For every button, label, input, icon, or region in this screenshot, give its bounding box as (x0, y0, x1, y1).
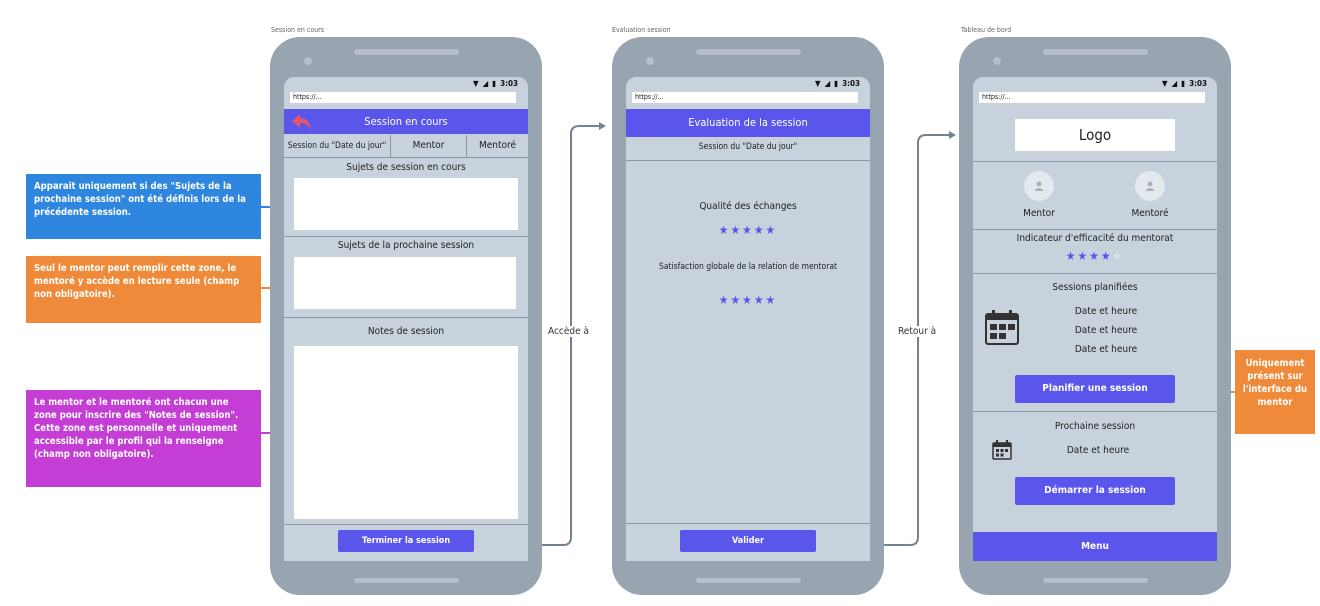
planned-sessions-title: Sessions planifiées (1052, 282, 1138, 293)
next-session-title: Prochaine session (1054, 421, 1136, 432)
battery-icon: ▮ (1181, 79, 1186, 88)
session-date-subtitle: Session du "Date du jour" (698, 142, 798, 152)
mentor-avatar[interactable] (1024, 171, 1054, 201)
divider (284, 524, 528, 525)
rating-satisfaction-stars[interactable]: ★★★★★ (626, 293, 870, 307)
diagram-canvas: Session en cours Evaluation session Tabl… (0, 0, 1320, 606)
stars-empty: ★ (1112, 249, 1125, 263)
signal-icon: ◢ (824, 79, 831, 88)
url-bar[interactable]: https://... (979, 92, 1205, 103)
wifi-icon: ▼ (1162, 79, 1168, 88)
phone-speaker (1043, 49, 1148, 55)
header-title: Session en cours (364, 115, 448, 128)
connector-label-accede: Accède à (548, 326, 590, 337)
mentee-avatar[interactable] (1135, 171, 1165, 201)
signal-icon: ◢ (1171, 79, 1178, 88)
battery-icon: ▮ (834, 79, 839, 88)
next-session-date: Date et heure (1066, 445, 1130, 456)
clock: 3:03 (842, 79, 860, 88)
current-topics-field[interactable] (294, 178, 518, 230)
session-notes-field[interactable] (294, 346, 518, 519)
divider (284, 236, 528, 237)
phone-camera (304, 57, 312, 65)
phone-home-bar (696, 578, 801, 583)
tab-session-du-jour[interactable]: Session du "Date du jour" (284, 135, 391, 157)
note-mentor-only: Uniquement présent sur l'interface du me… (1235, 350, 1315, 434)
efficiency-indicator-label: Indicateur d'efficacité du mentorat (1016, 233, 1174, 244)
screen-session-en-cours: ▼ ◢ ▮ 3:03 https://... Session en cours Se… (284, 77, 528, 561)
calendar-icon (985, 310, 1019, 345)
phone-speaker (354, 49, 459, 55)
next-topics-field[interactable] (294, 257, 516, 309)
planned-date: Date et heure (1074, 325, 1138, 336)
note-purple: Le mentor et le mentoré ont chacun une z… (26, 390, 261, 487)
phone-camera (993, 57, 1001, 65)
mentor-label: Mentor (1023, 208, 1055, 219)
section-notes-title: Notes de session (367, 326, 445, 337)
screen-dashboard: ▼ ◢ ▮ 3:03 https://... Logo Mentor Mentoré… (973, 77, 1217, 561)
status-bar: ▼ ◢ ▮ 3:03 (1162, 79, 1207, 88)
phone-home-bar (1043, 578, 1148, 583)
note-orange: Seul le mentor peut remplir cette zone, … (26, 256, 261, 323)
divider (973, 229, 1217, 230)
divider (626, 523, 870, 524)
validate-button[interactable]: Valider (680, 530, 816, 552)
planned-date: Date et heure (1074, 306, 1138, 317)
user-icon (1145, 181, 1155, 191)
header-bar: Evaluation de la session (626, 109, 870, 137)
divider (626, 160, 870, 161)
start-session-button[interactable]: Démarrer la session (1015, 477, 1175, 505)
note-blue: Apparait uniquement si des "Sujets de la… (26, 174, 261, 239)
phone-speaker (696, 49, 801, 55)
divider (973, 161, 1217, 162)
connector-label-retour: Retour à (898, 326, 937, 337)
mentee-label: Mentoré (1131, 208, 1169, 219)
menu-label: Menu (1081, 541, 1109, 552)
section-next-topics-title: Sujets de la prochaine session (337, 240, 475, 251)
divider (973, 411, 1217, 412)
plan-session-button[interactable]: Planifier une session (1015, 375, 1175, 403)
section-current-topics-title: Sujets de session en cours (346, 162, 466, 173)
logo: Logo (1015, 119, 1175, 151)
divider (973, 273, 1217, 274)
phone-dashboard: ▼ ◢ ▮ 3:03 https://... Logo Mentor Mentoré… (959, 37, 1231, 595)
tab-bar: Session du "Date du jour" Mentor Mentoré (284, 135, 528, 158)
tab-mentor[interactable]: Mentor (391, 135, 467, 157)
clock: 3:03 (1189, 79, 1207, 88)
status-bar: ▼ ◢ ▮ 3:03 (473, 79, 518, 88)
calendar-small-icon (992, 440, 1012, 460)
divider (284, 317, 528, 318)
end-session-button[interactable]: Terminer la session (338, 530, 474, 552)
clock: 3:03 (500, 79, 518, 88)
stars-filled: ★★★★ (1065, 249, 1113, 263)
header-title: Evaluation de la session (688, 116, 808, 129)
efficiency-stars: ★★★★★ (973, 249, 1217, 263)
wifi-icon: ▼ (473, 79, 479, 88)
rating-quality-stars[interactable]: ★★★★★ (626, 223, 870, 237)
planned-date: Date et heure (1074, 344, 1138, 355)
wifi-icon: ▼ (815, 79, 821, 88)
status-bar: ▼ ◢ ▮ 3:03 (815, 79, 860, 88)
phone-home-bar (354, 578, 459, 583)
tab-mentore[interactable]: Mentoré (467, 135, 528, 157)
menu-bar[interactable]: Menu (973, 532, 1217, 561)
url-bar[interactable]: https://... (632, 92, 858, 103)
user-icon (1034, 181, 1044, 191)
screen-evaluation: ▼ ◢ ▮ 3:03 https://... Evaluation de la se… (626, 77, 870, 561)
phone-session-en-cours: ▼ ◢ ▮ 3:03 https://... Session en cours Se… (270, 37, 542, 595)
phone-camera (646, 57, 654, 65)
url-bar[interactable]: https://... (290, 92, 516, 103)
phone-evaluation: ▼ ◢ ▮ 3:03 https://... Evaluation de la se… (612, 37, 884, 595)
rating-satisfaction-label: Satisfaction globale de la relation de m… (658, 262, 838, 272)
battery-icon: ▮ (492, 79, 497, 88)
rating-quality-label: Qualité des échanges (699, 201, 797, 212)
signal-icon: ◢ (482, 79, 489, 88)
back-arrow-icon[interactable] (291, 112, 313, 132)
header-bar: Session en cours (284, 109, 528, 134)
